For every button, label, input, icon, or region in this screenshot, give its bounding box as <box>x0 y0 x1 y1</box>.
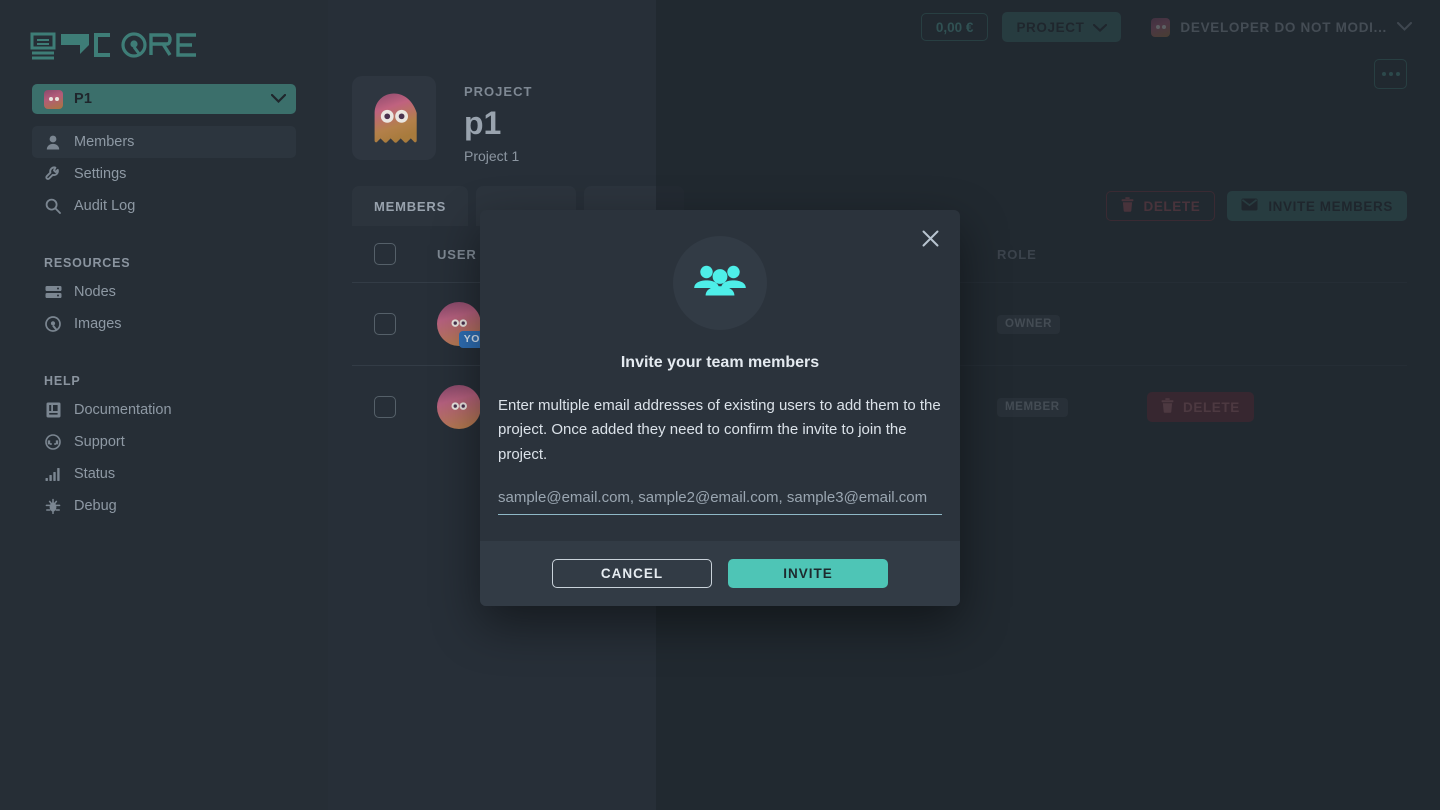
email-field[interactable] <box>498 488 942 506</box>
bug-icon <box>44 497 62 515</box>
ghost-avatar-icon <box>44 89 63 109</box>
search-icon <box>44 197 62 215</box>
sidebar-item-settings[interactable]: Settings <box>32 158 296 190</box>
server-icon <box>44 283 62 301</box>
avatar <box>437 385 481 429</box>
book-icon <box>44 401 62 419</box>
sidebar-section-help: HELP <box>44 374 81 388</box>
wrench-icon <box>44 165 62 183</box>
project-selector-label: P1 <box>74 91 93 107</box>
user-icon <box>44 133 62 151</box>
modal-body: Invite your team members Enter multiple … <box>480 210 960 541</box>
sidebar-item-label: Documentation <box>74 401 172 418</box>
project-meta: PROJECT p1 Project 1 <box>464 76 532 164</box>
sidebar-item-label: Debug <box>74 497 117 514</box>
sidebar-item-audit-log[interactable]: Audit Log <box>32 190 296 222</box>
chevron-down-icon <box>270 90 287 108</box>
sidebar-item-label: Nodes <box>74 283 116 300</box>
sidebar-item-members[interactable]: Members <box>32 126 296 158</box>
modal-description: Enter multiple email addresses of existi… <box>498 397 941 463</box>
project-kicker: PROJECT <box>464 84 533 99</box>
project-subtitle: Project 1 <box>464 148 520 164</box>
sidebar-item-images[interactable]: Images <box>32 308 296 340</box>
modal-footer: CANCEL INVITE <box>480 540 960 606</box>
ghost-avatar-icon <box>374 93 417 143</box>
row-checkbox[interactable] <box>374 396 396 418</box>
sidebar-item-label: Members <box>74 133 135 150</box>
sidebar-item-debug[interactable]: Debug <box>32 490 296 522</box>
email-field-wrapper <box>498 488 942 515</box>
bar-chart-icon <box>44 465 62 483</box>
sidebar-item-label: Audit Log <box>74 197 136 214</box>
sidebar-item-status[interactable]: Status <box>32 458 296 490</box>
disc-icon <box>44 315 62 333</box>
sidebar-item-documentation[interactable]: Documentation <box>32 394 296 426</box>
project-selector[interactable]: P1 <box>32 84 296 114</box>
modal-title: Invite your team members <box>620 354 820 371</box>
sidebar-item-label: Status <box>74 465 116 482</box>
cancel-button[interactable]: CANCEL <box>552 558 712 588</box>
sidebar-section-resources: RESOURCES <box>44 256 131 270</box>
sidebar-item-support[interactable]: Support <box>32 426 296 458</box>
headset-icon <box>44 433 62 451</box>
select-all-checkbox[interactable] <box>374 243 396 265</box>
ghost-avatar-icon <box>451 402 467 410</box>
sidebar-item-label: Images <box>74 315 122 332</box>
users-icon <box>673 236 767 330</box>
app-root: P1 Members Settings Audit Log RESOURCES … <box>0 0 1440 810</box>
sidebar: P1 Members Settings Audit Log RESOURCES … <box>0 0 328 810</box>
invite-members-modal: Invite your team members Enter multiple … <box>480 210 960 606</box>
avatar: YOU <box>437 302 493 348</box>
row-checkbox[interactable] <box>374 313 396 335</box>
invite-button[interactable]: INVITE <box>728 558 888 588</box>
page-title: p1 <box>464 105 502 141</box>
core-logo[interactable] <box>30 26 328 66</box>
tab-members[interactable]: MEMBERS <box>352 186 469 226</box>
close-icon[interactable] <box>916 224 944 252</box>
project-avatar <box>352 76 436 160</box>
sidebar-item-label: Settings <box>74 165 127 182</box>
sidebar-item-nodes[interactable]: Nodes <box>32 276 296 308</box>
primary-nav: Members Settings Audit Log RESOURCES Nod… <box>0 126 328 522</box>
sidebar-item-label: Support <box>74 433 125 450</box>
